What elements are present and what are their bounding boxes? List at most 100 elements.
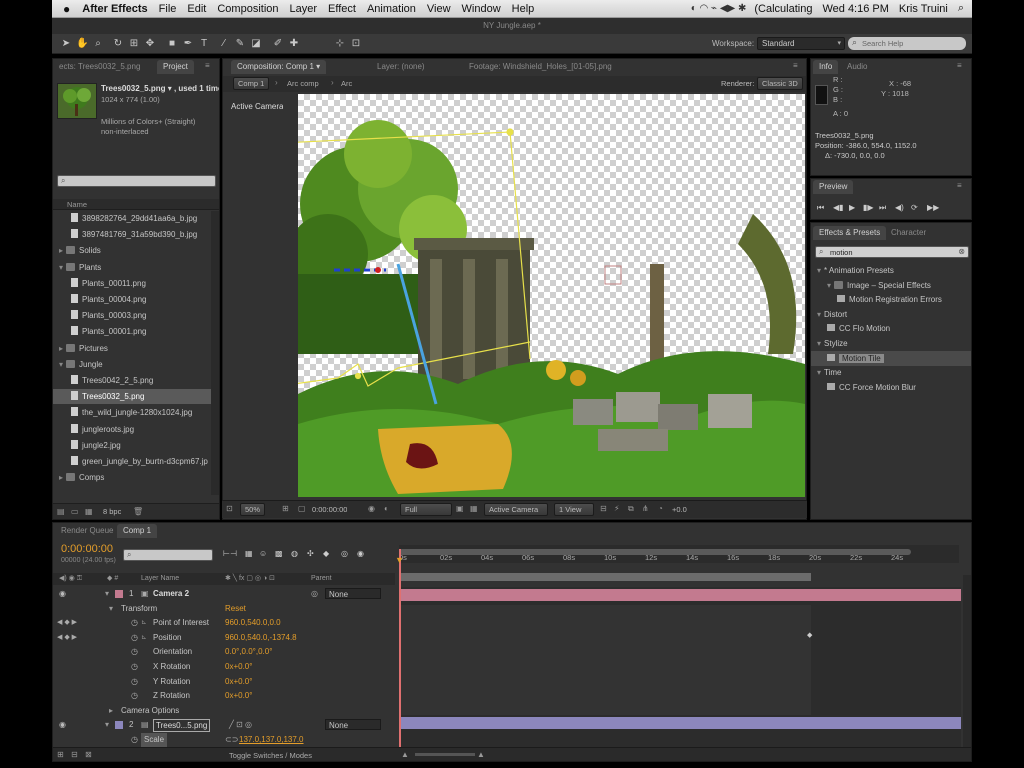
new-comp-icon[interactable]: ▦ <box>85 507 93 516</box>
first-frame-icon[interactable]: ⏮ <box>817 203 824 213</box>
flowchart-icon[interactable]: ⋔ <box>642 504 649 513</box>
camera-tool-icon[interactable]: ⊞ <box>128 37 140 50</box>
menu-file[interactable]: File <box>159 3 177 15</box>
effects-item[interactable]: Motion Registration Errors <box>811 292 971 307</box>
timeline-row[interactable]: ◀ ◆ ▶ ◷ ⊾ Point of Interest 960.0,540.0,0.0 <box>53 616 395 630</box>
camera-options-group[interactable]: Camera Options <box>121 704 179 718</box>
current-time-display[interactable]: 0:00:00:00 <box>312 505 347 514</box>
disclosure-triangle-icon[interactable]: ▾ <box>105 718 109 732</box>
always-preview-icon[interactable]: ⊡ <box>226 504 233 513</box>
project-item[interactable]: Plants_00001.png <box>53 324 211 339</box>
menu-help[interactable]: Help <box>512 3 535 15</box>
layer-name[interactable]: Trees0...5.png <box>153 719 211 733</box>
pan-behind-tool-icon[interactable]: ✥ <box>144 37 156 50</box>
effects-item[interactable]: Motion Tile <box>811 350 971 366</box>
stopwatch-icon[interactable]: ◷ <box>131 689 138 703</box>
menu-clock[interactable]: Wed 4:16 PM <box>822 3 888 15</box>
clear-search-icon[interactable]: ⊗ <box>958 247 965 256</box>
keyframe-nav-icon[interactable]: ◀ ◆ ▶ <box>57 616 77 630</box>
playhead-icon[interactable]: ▼ <box>395 555 404 565</box>
workspace-dropdown[interactable]: Standard ▾ <box>757 37 845 50</box>
clone-tool-icon[interactable]: ✎ <box>234 37 246 50</box>
breadcrumb-arc[interactable]: Arc <box>341 79 352 88</box>
comp-mini-flowchart-icon[interactable]: ⊢⊣ <box>223 549 237 558</box>
search-help-field[interactable]: ⌕ Search Help <box>848 37 966 50</box>
project-item[interactable]: jungle2.jpg <box>53 438 211 453</box>
stopwatch-icon[interactable]: ◷ <box>131 616 138 630</box>
property-value[interactable]: 960.0,540.0,-1374.8 <box>225 631 297 645</box>
project-item[interactable]: ▸ Pictures <box>53 341 211 356</box>
timeline-row[interactable]: ◷ Z Rotation 0x+0.0° <box>53 689 395 703</box>
menu-layer[interactable]: Layer <box>290 3 318 15</box>
region-of-interest-icon[interactable]: ▣ <box>456 504 464 513</box>
col-parent[interactable]: Parent <box>311 575 332 582</box>
disclosure-triangle-icon[interactable]: ▾ <box>105 587 109 601</box>
tab-info[interactable]: Info <box>813 60 839 74</box>
effects-item[interactable]: ▾ Distort <box>811 307 971 322</box>
project-item[interactable]: the_wild_jungle-1280x1024.jpg <box>53 405 211 420</box>
timeline-row[interactable]: ◉ ▾ 2 ▤ Trees0...5.png ╱ ⊡ ◎ None <box>53 718 395 733</box>
eraser-tool-icon[interactable]: ◪ <box>250 37 262 50</box>
project-item[interactable]: 3898282764_29dd41aa6a_b.jpg <box>53 211 211 226</box>
project-scrollbar[interactable] <box>211 211 219 495</box>
audio-icon[interactable]: ◀) <box>895 203 904 212</box>
tab-project[interactable]: Project <box>157 60 194 74</box>
mask-visibility-icon[interactable]: ▢ <box>298 504 306 513</box>
project-item[interactable]: Plants_00011.png <box>53 276 211 291</box>
menu-composition[interactable]: Composition <box>217 3 278 15</box>
zoom-tool-icon[interactable]: ⌕ <box>92 37 104 50</box>
roto-brush-tool-icon[interactable]: ✐ <box>272 37 284 50</box>
camera-view-dropdown[interactable]: Active Camera <box>484 503 548 516</box>
disclosure-triangle-icon[interactable]: ▸ <box>59 473 63 482</box>
menu-edit[interactable]: Edit <box>187 3 206 15</box>
frame-blending-icon[interactable]: ▩ <box>275 549 283 558</box>
breadcrumb-comp1[interactable]: Comp 1 <box>233 77 270 90</box>
spotlight-search-icon[interactable]: ⌕ <box>958 2 964 15</box>
panel-menu-icon[interactable]: ≡ <box>957 61 962 70</box>
effects-item[interactable]: ▾ Stylize <box>811 336 971 351</box>
timeline-row[interactable]: ◀ ◆ ▶ ◷ ⊾ Position 960.0,540.0,-1374.8 <box>53 631 395 645</box>
disclosure-triangle-icon[interactable]: ▾ <box>817 339 821 348</box>
project-item[interactable]: Trees0032_5.png <box>53 389 211 405</box>
interpret-footage-icon[interactable]: ▤ <box>57 507 65 516</box>
layer-switches-toggle-icon[interactable]: ⊞ <box>57 750 64 759</box>
effects-item[interactable]: ▾ Image – Special Effects <box>811 278 971 293</box>
rectangle-tool-icon[interactable]: ■ <box>166 37 178 50</box>
menu-view[interactable]: View <box>427 3 451 15</box>
motion-blur-icon[interactable]: ◍ <box>291 549 298 558</box>
zoom-in-icon[interactable]: ▲ <box>477 750 485 759</box>
effects-item[interactable]: CC Force Motion Blur <box>811 380 971 395</box>
previous-frame-icon[interactable]: ◀▮ <box>833 203 844 212</box>
toggle-switches-modes[interactable]: Toggle Switches / Modes <box>229 751 312 760</box>
exposure-value[interactable]: +0.0 <box>672 505 687 514</box>
timeline-row[interactable]: ◷ Orientation 0.0°,0.0°,0.0° <box>53 645 395 659</box>
constrain-proportions-icon[interactable]: ⊂⊃ <box>225 733 238 747</box>
disclosure-triangle-icon[interactable]: ▾ <box>59 360 63 369</box>
fast-previews-icon[interactable]: ⚡ <box>614 504 620 513</box>
tab-footage[interactable]: Footage: Windshield_Holes_[01-05].png <box>463 60 618 74</box>
disclosure-triangle-icon[interactable]: ▾ <box>109 602 113 616</box>
bit-depth-button[interactable]: 8 bpc <box>103 507 121 516</box>
snapshot-camera-icon[interactable]: ◉ <box>368 504 375 513</box>
timeline-zoom-slider[interactable] <box>415 753 475 756</box>
disclosure-triangle-icon[interactable]: ▾ <box>817 266 821 275</box>
shy-layers-icon[interactable]: ☺ <box>259 549 267 558</box>
stopwatch-icon[interactable]: ◷ <box>131 645 138 659</box>
project-item[interactable]: jungleroots.jpg <box>53 422 211 437</box>
trees-layer-bar[interactable] <box>399 717 961 729</box>
selection-tool-icon[interactable]: ➤ <box>60 37 72 50</box>
keyframe-icon[interactable]: ◆ <box>807 631 812 639</box>
stopwatch-icon[interactable]: ◷ <box>131 733 138 747</box>
timeline-row[interactable]: ◷ Y Rotation 0x+0.0° <box>53 675 395 689</box>
timeline-row[interactable]: ◷ X Rotation 0x+0.0° <box>53 660 395 674</box>
disclosure-triangle-icon[interactable]: ▾ <box>817 310 821 319</box>
timeline-timecode[interactable]: 0:00:00:00 <box>61 543 113 555</box>
timeline-row[interactable]: ◉ ▾ 1 ▣ Camera 2 ◎ None <box>53 587 395 601</box>
keyframe-nav-icon[interactable]: ◀ ◆ ▶ <box>57 631 77 645</box>
panel-menu-icon[interactable]: ≡ <box>205 61 210 70</box>
tab-character[interactable]: Character <box>885 226 932 240</box>
work-area-range[interactable] <box>399 573 811 581</box>
effects-item[interactable]: CC Flo Motion <box>811 321 971 336</box>
project-item[interactable]: Plants_00004.png <box>53 292 211 307</box>
effects-item[interactable]: ▾ Time <box>811 365 971 380</box>
